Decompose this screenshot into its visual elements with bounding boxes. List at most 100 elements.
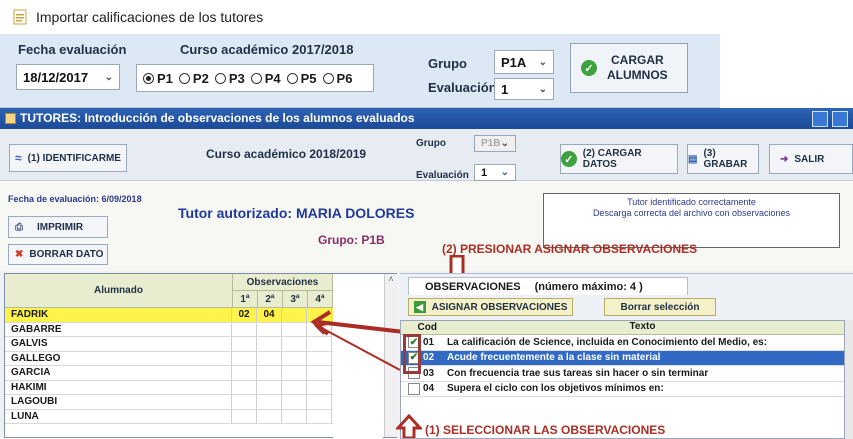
observation-code-cell[interactable] (282, 395, 307, 409)
radio-dot-icon (286, 72, 298, 84)
observation-code-cell[interactable] (307, 409, 332, 423)
table-row[interactable]: GALLEGO (5, 351, 333, 366)
observation-text: Con frecuencia trae sus tareas sin hacer… (447, 367, 709, 379)
observaciones-panel: OBSERVACIONES (número máximo: 4 ) ◀ ASIG… (400, 273, 853, 439)
grupo-select-front[interactable]: P1B ⌄ (474, 135, 516, 152)
grupo-select[interactable]: P1A ⌄ (494, 50, 554, 74)
observation-code-cell[interactable] (257, 395, 282, 409)
chevron-down-icon: ⌄ (500, 167, 509, 178)
radio-p2[interactable]: P2 (178, 71, 209, 86)
observations-scrollbar[interactable] (845, 320, 853, 439)
tab-observaciones[interactable]: OBSERVACIONES (número máximo: 4 ) (408, 277, 688, 295)
printer-icon: ⎙ (15, 221, 23, 233)
observation-row[interactable]: 03 Con frecuencia trae sus tareas sin hac… (401, 366, 844, 382)
document-icon (13, 9, 27, 25)
observation-code-cell[interactable] (232, 380, 257, 394)
observation-code-cell[interactable] (307, 395, 332, 409)
evaluacion-value-front: 1 (481, 166, 488, 179)
cargar-datos-button[interactable]: ✓ (2) CARGAR DATOS (560, 144, 678, 174)
observation-code-cell[interactable] (257, 380, 282, 394)
salir-button[interactable]: ➜ SALIR (769, 144, 853, 174)
delete-icon: ✖ (15, 249, 24, 260)
observation-row[interactable]: 04 Supera el ciclo con los objetivos míni… (401, 381, 844, 397)
observation-code-cell[interactable] (257, 366, 282, 380)
salir-label: SALIR (794, 153, 825, 165)
max-observaciones-label: (número máximo: 4 ) (534, 280, 643, 293)
fecha-evaluacion-picker[interactable]: 18/12/2017 ⌄ (16, 64, 120, 90)
evaluacion-value: 1 (501, 81, 509, 97)
chevron-down-icon: ⌄ (538, 83, 547, 95)
observation-row[interactable]: ✔ 02 Acude frecuentemente a la clase sin m… (401, 350, 844, 366)
evaluacion-select[interactable]: 1 ⌄ (494, 78, 554, 100)
column-header-obs-2: 2ª (258, 291, 283, 308)
grupo-info-text: Grupo: P1B (318, 233, 385, 247)
student-name-cell: GALVIS (5, 337, 232, 351)
column-header-observaciones: Observaciones (233, 274, 333, 291)
chevron-up-icon: ˄ (388, 274, 394, 284)
evaluacion-select-front[interactable]: 1 ⌄ (474, 164, 516, 181)
observation-text: Acude frecuentemente a la clase sin mate… (447, 352, 661, 364)
maximize-icon[interactable] (832, 111, 848, 127)
curso-academico-2018-label: Curso académico 2018/2019 (206, 147, 367, 161)
table-row[interactable]: LAGOUBI (5, 395, 333, 410)
observation-code-cell[interactable]: 04 (257, 308, 282, 322)
student-name-cell: FADRIK (5, 308, 232, 322)
borrar-dato-label: BORRAR DATO (29, 249, 104, 260)
fecha-evaluacion-value: 18/12/2017 (23, 69, 89, 85)
tutor-autorizado-text: Tutor autorizado: MARIA DOLORES (178, 205, 415, 221)
cargar-alumnos-line2: ALUMNOS (607, 68, 668, 82)
observation-code-cell[interactable] (257, 337, 282, 351)
import-window-title: Importar calificaciones de los tutores (36, 9, 264, 25)
observation-code-cell[interactable] (282, 409, 307, 423)
student-name-cell: LAGOUBI (5, 395, 232, 409)
observation-code-cell[interactable] (257, 322, 282, 336)
radio-p1[interactable]: P1 (143, 71, 173, 86)
borrar-seleccion-button[interactable]: Borrar selección (604, 298, 716, 316)
observation-code-cell[interactable] (232, 322, 257, 336)
save-icon: ▤ (688, 153, 698, 165)
borrar-dato-button[interactable]: ✖ BORRAR DATO (8, 244, 108, 265)
table-row[interactable]: GABARRE (5, 322, 333, 337)
curso-academico-label: Curso académico 2017/2018 (180, 42, 354, 57)
observation-code-cell[interactable] (232, 409, 257, 423)
chevron-down-icon: ⌄ (104, 71, 113, 83)
grabar-button[interactable]: ▤ (3) GRABAR (687, 144, 759, 174)
radio-p3[interactable]: P3 (214, 71, 245, 86)
student-name-cell: HAKIMI (5, 380, 232, 394)
observation-rows: ✔ 01 La calificación de Science, incluida … (401, 335, 844, 397)
check-circle-icon: ✓ (581, 60, 597, 76)
imprimir-button[interactable]: ⎙ IMPRIMIR (8, 216, 108, 238)
identificarme-button[interactable]: ≈ (1) IDENTIFICARME (9, 144, 127, 172)
grupo-value-front: P1B (481, 138, 501, 149)
observation-code: 02 (423, 352, 435, 364)
observation-code-cell[interactable] (257, 409, 282, 423)
grupo-label: Grupo (428, 56, 467, 71)
radio-p6[interactable]: P6 (322, 71, 352, 86)
asignar-observaciones-button[interactable]: ◀ ASIGNAR OBSERVACIONES (408, 298, 573, 316)
observation-code-cell[interactable] (257, 351, 282, 365)
annotation-step-2: (2) PRESIONAR ASIGNAR OBSERVACIONES (442, 242, 698, 256)
observation-code-cell[interactable] (232, 337, 257, 351)
observation-code-cell[interactable] (232, 395, 257, 409)
cargar-alumnos-button[interactable]: ✓ CARGAR ALUMNOS (570, 43, 688, 93)
table-row[interactable]: GARCIA (5, 366, 333, 381)
table-row[interactable]: LUNA (5, 409, 333, 424)
table-row[interactable]: FADRIK 02 04 (5, 308, 333, 323)
observation-code: 04 (423, 383, 435, 395)
observation-code-cell[interactable] (232, 366, 257, 380)
checkbox-highlight (403, 334, 421, 374)
minimize-icon[interactable] (812, 111, 828, 127)
observation-code-cell[interactable]: 02 (232, 308, 257, 322)
radio-p5[interactable]: P5 (286, 71, 317, 86)
fecha-evaluacion-text: Fecha de evaluación: 6/09/2018 (8, 194, 142, 204)
student-name-cell: GARCIA (5, 366, 232, 380)
observation-row[interactable]: ✔ 01 La calificación de Science, incluida … (401, 335, 844, 351)
table-row[interactable]: GALVIS (5, 337, 333, 352)
annotation-step-1: (1) SELECCIONAR LAS OBSERVACIONES (425, 423, 666, 437)
observation-code-cell[interactable] (232, 351, 257, 365)
radio-p4[interactable]: P4 (250, 71, 281, 86)
observation-code: 01 (423, 336, 435, 348)
arrow-left-icon: ◀ (413, 301, 426, 313)
table-row[interactable]: HAKIMI (5, 380, 333, 395)
observation-checkbox[interactable] (408, 382, 420, 395)
